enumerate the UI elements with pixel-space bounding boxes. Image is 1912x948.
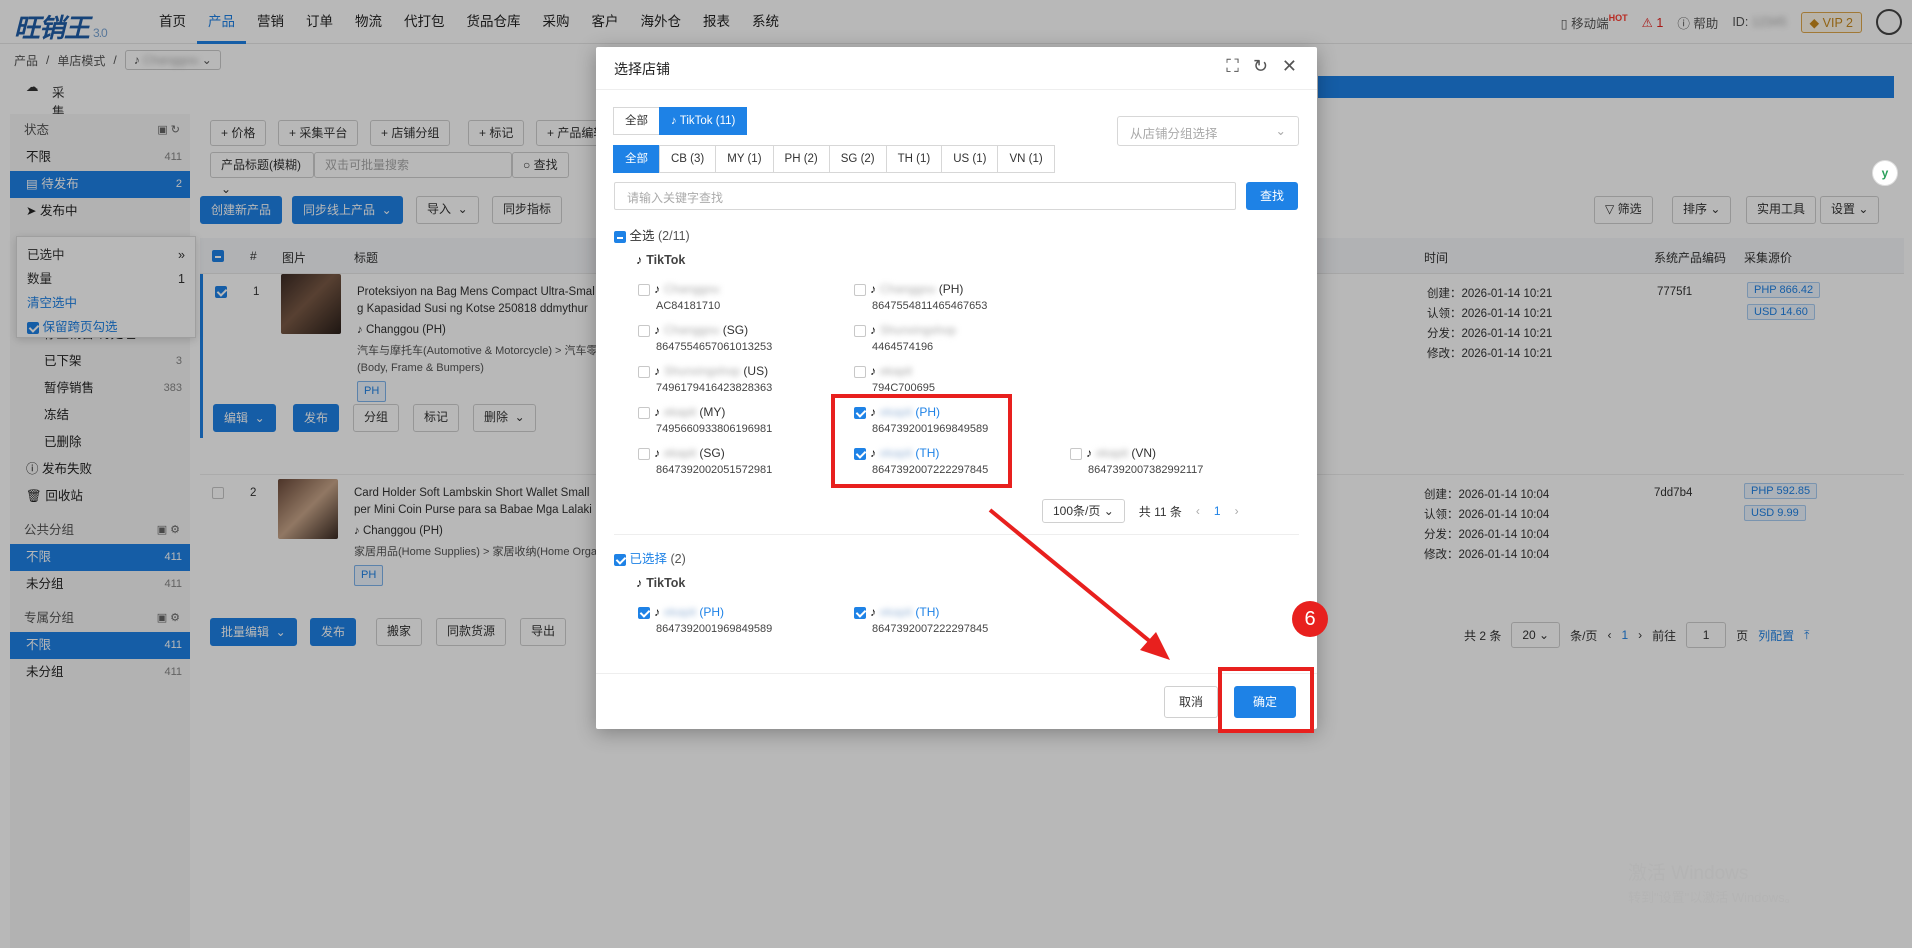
- platform-tabs: 全部 ♪ TikTok (11): [613, 107, 748, 135]
- site-tab-us[interactable]: US (1): [941, 145, 999, 173]
- site-tab-vn[interactable]: VN (1): [997, 145, 1055, 173]
- shop-option[interactable]: ♪ ekapit (VN) 8647392007382992117: [1070, 445, 1203, 478]
- shop-option[interactable]: ♪ ekapit (MY) 7495660933806196981: [638, 404, 772, 437]
- tab-all-platforms[interactable]: 全部: [613, 107, 660, 135]
- step-badge: 6: [1292, 601, 1328, 637]
- shop-option[interactable]: ♪ Shunxingshop 4464574196: [854, 322, 956, 355]
- shop-option[interactable]: ♪ ekapit 794C700695: [854, 363, 935, 396]
- refresh-icon[interactable]: ↻: [1253, 56, 1268, 77]
- shop-search-input[interactable]: 请输入关键字查找: [614, 182, 1236, 210]
- selected-shop[interactable]: ♪ ekapit (TH) 8647392007222297845: [854, 604, 988, 637]
- assistant-icon[interactable]: y: [1872, 160, 1898, 186]
- close-icon[interactable]: ✕: [1282, 56, 1297, 77]
- tab-tiktok[interactable]: ♪ TikTok (11): [659, 107, 748, 135]
- site-tab-cb[interactable]: CB (3): [659, 145, 717, 173]
- dialog-controls: ⛶ ↻ ✕: [1226, 56, 1297, 77]
- cancel-button[interactable]: 取消: [1164, 686, 1219, 718]
- site-tab-sg[interactable]: SG (2): [828, 145, 887, 173]
- site-tab-ph[interactable]: PH (2): [772, 145, 830, 173]
- platform-label: ♪ TikTok: [636, 253, 686, 267]
- windows-watermark: 激活 Windows 转到"设置"以激活 Windows。: [1628, 863, 1798, 905]
- fullscreen-icon[interactable]: ⛶: [1226, 56, 1239, 77]
- site-tab-my[interactable]: MY (1): [715, 145, 774, 173]
- annotation-arrow: [988, 508, 1170, 660]
- shop-option[interactable]: ♪ Shunxingshop (US) 7496179416423828363: [638, 363, 772, 396]
- site-tab-th[interactable]: TH (1): [885, 145, 943, 173]
- shop-option[interactable]: ♪ Changgou (SG) 8647554657061013253: [638, 322, 772, 355]
- highlight-box-shops: [831, 394, 1012, 488]
- shop-search-button[interactable]: 查找: [1246, 182, 1298, 210]
- select-all-row[interactable]: 全选 (2/11): [614, 225, 690, 244]
- dialog-current-page[interactable]: 1: [1214, 504, 1221, 518]
- highlight-box-confirm: [1218, 667, 1314, 733]
- shop-option[interactable]: ♪ ekapit (SG) 8647392002051572981: [638, 445, 772, 478]
- shop-option[interactable]: ♪ Changgou (PH) 8647554811465467653: [854, 281, 987, 314]
- selected-shop[interactable]: ♪ ekapit (PH) 8647392001969849589: [638, 604, 772, 637]
- site-tab-all[interactable]: 全部: [613, 145, 660, 173]
- dialog-title: 选择店铺: [614, 61, 670, 77]
- shop-option[interactable]: ♪ Changgou AC84181710: [638, 281, 720, 314]
- selected-section-title[interactable]: 已选择 (2): [614, 548, 686, 567]
- site-tabs: 全部 CB (3) MY (1) PH (2) SG (2) TH (1) US…: [613, 145, 1055, 173]
- selected-platform-label: ♪ TikTok: [636, 576, 686, 590]
- select-shop-dialog: 选择店铺 ⛶ ↻ ✕ 全部 ♪ TikTok (11) 从店铺分组选择 ⌄ 全部 …: [596, 47, 1317, 729]
- shop-group-select[interactable]: 从店铺分组选择 ⌄: [1117, 116, 1299, 146]
- next-page-icon[interactable]: ›: [1235, 504, 1239, 518]
